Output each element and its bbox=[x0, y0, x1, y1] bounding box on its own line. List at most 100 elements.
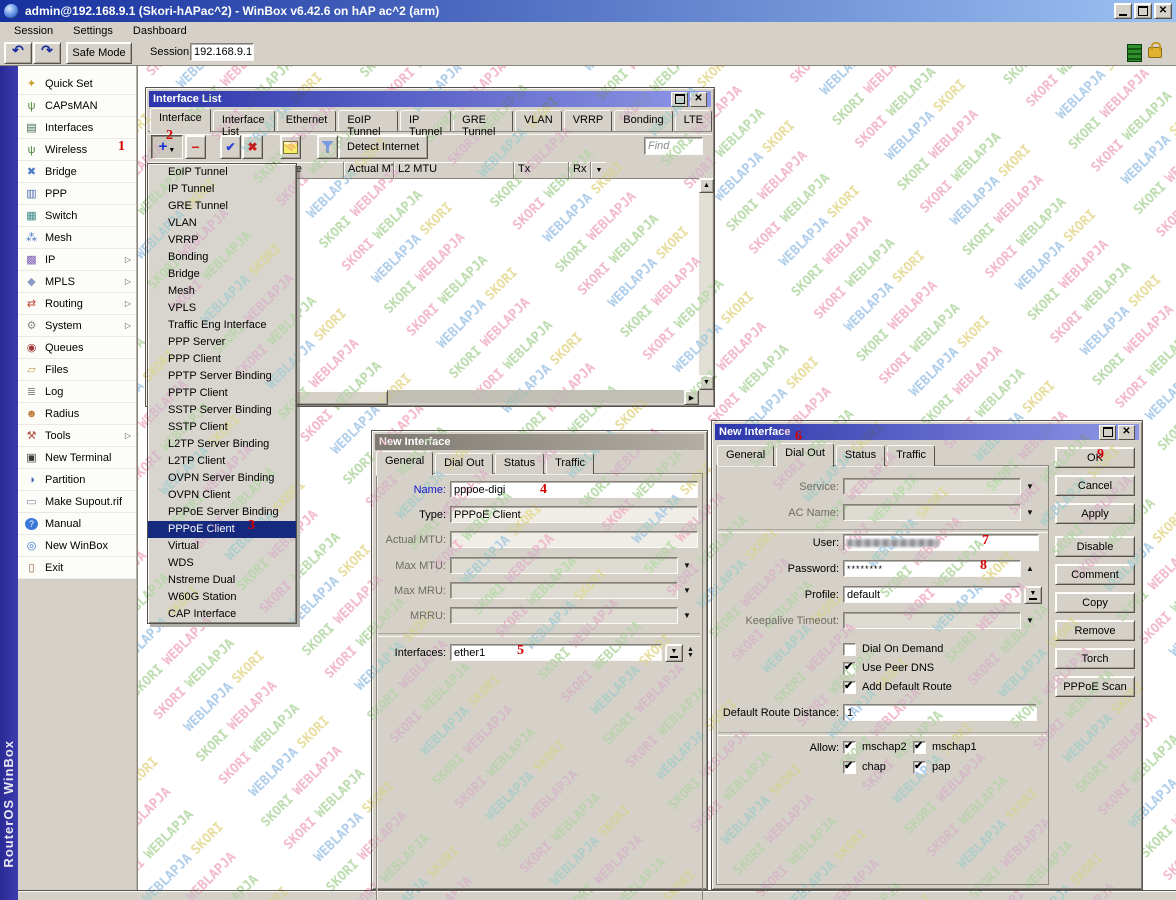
sidebar-item-switch[interactable]: ▦ Switch bbox=[18, 205, 136, 227]
sidebar-item-partition[interactable]: ◑ Partition bbox=[18, 469, 136, 491]
sidebar-item-mpls[interactable]: ◆ MPLS ▷ bbox=[18, 271, 136, 293]
sidebar-item-capsman[interactable]: ψ CAPsMAN bbox=[18, 95, 136, 117]
sidebar-item-quick-set[interactable]: ✦ Quick Set bbox=[18, 73, 136, 95]
add-menu-item[interactable]: CAP Interface bbox=[148, 606, 296, 623]
tab-dial-out[interactable]: Dial Out bbox=[435, 453, 493, 474]
minimize-button[interactable] bbox=[1114, 3, 1132, 19]
add-menu-item[interactable]: GRE Tunnel bbox=[148, 198, 296, 215]
sidebar-item-files[interactable]: ▱ Files bbox=[18, 359, 136, 381]
tab-ethernet[interactable]: Ethernet bbox=[277, 110, 337, 131]
tab-general[interactable]: General bbox=[717, 445, 774, 466]
checkbox-chap[interactable] bbox=[843, 761, 856, 774]
add-menu-item[interactable]: PPP Server bbox=[148, 334, 296, 351]
tab-traffic[interactable]: Traffic bbox=[546, 453, 594, 474]
profile-dropdown-button[interactable]: ▼ bbox=[1024, 586, 1042, 604]
undo-button[interactable]: ↶ bbox=[4, 42, 32, 64]
add-menu-item[interactable]: Virtual bbox=[148, 538, 296, 555]
tab-vlan[interactable]: VLAN bbox=[515, 110, 562, 131]
add-menu-item[interactable]: WDS bbox=[148, 555, 296, 572]
sidebar-item-mesh[interactable]: ⁂ Mesh bbox=[18, 227, 136, 249]
column-header[interactable]: Actual MTU bbox=[344, 162, 394, 178]
add-menu-item[interactable]: PPPoE Server Binding bbox=[148, 504, 296, 521]
user-input[interactable] bbox=[843, 534, 1039, 551]
max-mtu-input[interactable] bbox=[450, 557, 678, 574]
sidebar-item-make-supout[interactable]: ▭ Make Supout.rif bbox=[18, 491, 136, 513]
add-menu-item[interactable]: OVPN Client bbox=[148, 487, 296, 504]
filter-button[interactable] bbox=[317, 135, 338, 159]
sidebar-item-manual[interactable]: ? Manual bbox=[18, 513, 136, 535]
checkbox-pap[interactable] bbox=[913, 761, 926, 774]
chevron-down-icon[interactable]: ▼ bbox=[683, 611, 691, 620]
tab-interface[interactable]: Interface bbox=[150, 108, 211, 132]
disable-button[interactable]: Disable bbox=[1055, 536, 1135, 557]
interfaces-dropdown-button[interactable]: ▼ bbox=[665, 644, 683, 662]
interfaces-stepper[interactable]: ▲▼ bbox=[687, 647, 694, 659]
tab-eoip-tunnel[interactable]: EoIP Tunnel bbox=[338, 110, 398, 131]
tab-gre-tunnel[interactable]: GRE Tunnel bbox=[453, 110, 513, 131]
app-titlebar[interactable]: admin@192.168.9.1 (Skori-hAPac^2) - WinB… bbox=[0, 0, 1176, 22]
tab-general[interactable]: General bbox=[376, 451, 433, 475]
add-menu-item[interactable]: L2TP Client bbox=[148, 453, 296, 470]
checkbox-mschap1[interactable] bbox=[913, 741, 926, 754]
scroll-right-button[interactable]: ▶ bbox=[684, 390, 699, 405]
safe-mode-button[interactable]: Safe Mode bbox=[66, 42, 132, 64]
sidebar-item-ppp[interactable]: ▥ PPP bbox=[18, 183, 136, 205]
add-menu-item[interactable]: PPP Client bbox=[148, 351, 296, 368]
disable-button[interactable]: ✖ bbox=[242, 135, 263, 159]
sidebar-item-queues[interactable]: ◉ Queues bbox=[18, 337, 136, 359]
tab-vrrp[interactable]: VRRP bbox=[564, 110, 613, 131]
sidebar-item-interfaces[interactable]: ▤ Interfaces bbox=[18, 117, 136, 139]
chevron-down-icon[interactable]: ▼ bbox=[1026, 616, 1034, 625]
add-menu-item[interactable]: W60G Station bbox=[148, 589, 296, 606]
sidebar-item-routing[interactable]: ⇄ Routing ▷ bbox=[18, 293, 136, 315]
add-menu-item[interactable]: Bonding bbox=[148, 249, 296, 266]
torch-button[interactable]: Torch bbox=[1055, 648, 1135, 669]
profile-input[interactable]: default bbox=[843, 586, 1021, 603]
redo-button[interactable]: ↷ bbox=[33, 42, 61, 64]
apply-button[interactable]: Apply bbox=[1055, 503, 1135, 524]
add-menu-item[interactable]: VRRP bbox=[148, 232, 296, 249]
checkbox-dial-on-demand[interactable] bbox=[843, 643, 856, 656]
close-button[interactable]: ✕ bbox=[690, 92, 707, 107]
tab-status[interactable]: Status bbox=[836, 445, 885, 466]
add-menu-item[interactable]: PPPoE Client bbox=[148, 521, 296, 538]
chevron-down-icon[interactable]: ▼ bbox=[683, 561, 691, 570]
tab-status[interactable]: Status bbox=[495, 453, 544, 474]
session-field[interactable]: 192.168.9.1 bbox=[190, 43, 254, 61]
vertical-scrollbar[interactable]: ▲ ▼ bbox=[699, 178, 712, 390]
remove-button[interactable]: Remove bbox=[1055, 620, 1135, 641]
sidebar-item-radius[interactable]: ☻ Radius bbox=[18, 403, 136, 425]
column-header[interactable]: L2 MTU bbox=[394, 162, 514, 178]
service-input[interactable] bbox=[843, 478, 1021, 495]
tab-traffic[interactable]: Traffic bbox=[887, 445, 935, 466]
dialog-titlebar[interactable]: New Interface ✕ bbox=[715, 424, 1139, 440]
chevron-down-icon[interactable]: ▼ bbox=[1026, 482, 1034, 491]
add-menu-item[interactable]: Nstreme Dual bbox=[148, 572, 296, 589]
interfaces-input[interactable]: ether1 bbox=[450, 644, 662, 661]
arrow-down-icon[interactable]: ▼ bbox=[687, 653, 694, 659]
add-menu-item[interactable]: VPLS bbox=[148, 300, 296, 317]
checkbox-add-default-route[interactable] bbox=[843, 681, 856, 694]
mrru-input[interactable] bbox=[450, 607, 678, 624]
default-route-distance-input[interactable]: 1 bbox=[843, 704, 1037, 721]
sidebar-item-new-terminal[interactable]: ▣ New Terminal bbox=[18, 447, 136, 469]
find-input[interactable]: Find bbox=[644, 137, 703, 155]
add-menu-item[interactable]: EoIP Tunnel bbox=[148, 164, 296, 181]
restore-button[interactable] bbox=[671, 92, 688, 107]
enable-button[interactable]: ✔ bbox=[220, 135, 241, 159]
sidebar-item-new-winbox[interactable]: ◎ New WinBox bbox=[18, 535, 136, 557]
column-dropdown-button[interactable]: ▼ bbox=[591, 162, 606, 178]
cancel-button[interactable]: Cancel bbox=[1055, 475, 1135, 496]
add-menu-item[interactable]: PPTP Server Binding bbox=[148, 368, 296, 385]
copy-button[interactable]: Copy bbox=[1055, 592, 1135, 613]
remove-interface-button[interactable]: − bbox=[185, 135, 206, 159]
sidebar-item-bridge[interactable]: ✖ Bridge bbox=[18, 161, 136, 183]
sidebar-item-tools[interactable]: ⚒ Tools ▷ bbox=[18, 425, 136, 447]
dialog-titlebar[interactable]: New Interface bbox=[375, 434, 704, 450]
checkbox-mschap2[interactable] bbox=[843, 741, 856, 754]
add-menu-item[interactable]: OVPN Server Binding bbox=[148, 470, 296, 487]
add-menu-item[interactable]: PPTP Client bbox=[148, 385, 296, 402]
menubar-settings[interactable]: Settings bbox=[63, 23, 123, 39]
comment-button[interactable]: Comment bbox=[1055, 564, 1135, 585]
maximize-button[interactable] bbox=[1134, 3, 1152, 19]
